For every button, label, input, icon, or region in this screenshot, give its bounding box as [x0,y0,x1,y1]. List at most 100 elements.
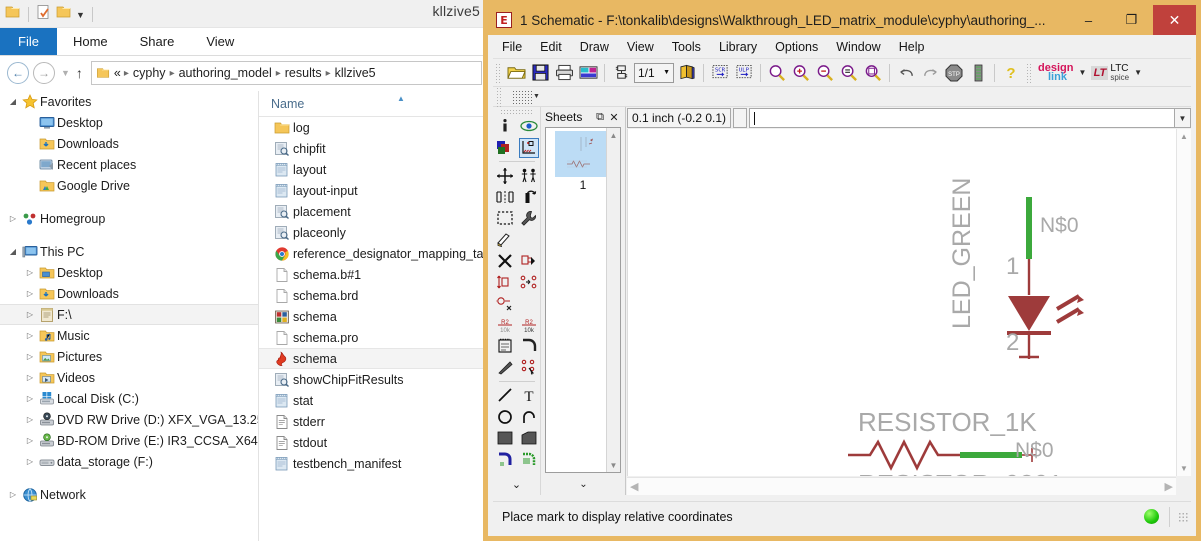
chevron-down-icon[interactable]: ◢ [6,97,20,106]
show-eye-icon[interactable] [519,116,539,136]
breadcrumb-sep-1[interactable]: ▸ [170,68,175,79]
group-icon[interactable] [519,166,539,186]
chevron-right-icon[interactable]: ▷ [23,268,37,277]
zoom-in-icon[interactable] [790,62,812,84]
replace-icon[interactable] [519,272,539,292]
file-list-item[interactable]: chipfit [259,138,490,159]
net-icon[interactable] [519,449,539,469]
scroll-left-icon[interactable]: ◀ [630,480,638,493]
tree-item-dvd-rw-drive-d-xfx-vga-13-251a[interactable]: ▷ DVD RW Drive (D:) XFX_VGA_13.251A [0,409,258,430]
file-list-item[interactable]: stderr [259,411,490,432]
chevron-right-icon[interactable]: ▷ [23,457,37,466]
chevron-down-icon[interactable]: ▼ [76,10,85,20]
cam-processor-icon[interactable] [577,62,599,84]
led-symbol[interactable] [983,159,1103,359]
scroll-down-icon[interactable]: ▼ [1177,461,1191,476]
breadcrumb[interactable]: « ▸ cyphy ▸ authoring_model ▸ results ▸ … [90,61,482,85]
breadcrumb-sep-2[interactable]: ▸ [276,68,281,79]
command-input[interactable] [749,108,1175,128]
delete-icon[interactable] [495,251,515,271]
sheets-list[interactable]: 1 ▲ ▼ [545,127,621,473]
file-list-item[interactable]: placement [259,201,490,222]
resize-grip[interactable] [1178,511,1188,522]
designlink-button[interactable]: design link [1038,62,1073,83]
new-folder-icon[interactable] [56,4,72,25]
help-icon[interactable]: ? [1000,62,1022,84]
text-icon[interactable]: T [519,385,539,405]
tab-home[interactable]: Home [57,28,124,55]
optimize-icon[interactable] [519,357,539,377]
tree-item-favorites[interactable]: ◢ Favorites [0,91,258,112]
arc-icon[interactable] [519,407,539,427]
sheet-select[interactable]: 1/1 ▼ [634,62,674,83]
tab-share[interactable]: Share [124,28,191,55]
paste-icon[interactable] [495,230,515,250]
menu-draw[interactable]: Draw [571,40,618,54]
file-list-item[interactable]: layout [259,159,490,180]
file-list-item[interactable]: testbench_manifest [259,453,490,474]
group-select-icon[interactable] [495,208,515,228]
gateswap-icon[interactable] [495,293,515,313]
add-part-icon[interactable] [519,251,539,271]
more-tools-chevron-icon[interactable]: ⌄ [507,474,527,494]
tree-item-data-storage-f[interactable]: ▷ data_storage (F:) [0,451,258,472]
sheets-scrollbar[interactable]: ▲ ▼ [606,128,620,472]
menu-edit[interactable]: Edit [531,40,571,54]
tree-item-recent-places[interactable]: Recent places [0,154,258,175]
bus-icon[interactable] [495,449,515,469]
zoom-out-icon[interactable] [814,62,836,84]
polygon-icon[interactable] [519,428,539,448]
chevron-right-icon[interactable]: ▷ [23,352,37,361]
designlink-chevron-down-icon[interactable]: ▼ [1075,68,1089,77]
tree-item-homegroup[interactable]: ▷ Homegroup [0,208,258,229]
file-list-item[interactable]: schema.brd [259,285,490,306]
toolbar-grip[interactable] [495,62,501,83]
chevron-right-icon[interactable]: ▷ [6,490,20,499]
save-icon[interactable] [529,62,551,84]
tree-item-desktop[interactable]: Desktop [0,112,258,133]
file-list-item[interactable]: stat [259,390,490,411]
tree-item-pictures[interactable]: ▷ Pictures [0,346,258,367]
minimize-button[interactable]: – [1067,5,1110,35]
close-panel-icon[interactable]: ✕ [607,111,621,124]
close-button[interactable]: ✕ [1153,5,1196,35]
chevron-right-icon[interactable]: ▷ [23,436,37,445]
script-run-icon[interactable]: SCR [709,62,731,84]
breadcrumb-item-results[interactable]: results [284,66,323,80]
ltspice-button[interactable]: LT LTC spice [1091,63,1129,82]
grid-icon[interactable] [512,89,532,104]
stop-icon[interactable]: STP [943,62,965,84]
tree-item-videos[interactable]: ▷ Videos [0,367,258,388]
zoom-fit-icon[interactable] [766,62,788,84]
menu-tools[interactable]: Tools [663,40,710,54]
tree-item-desktop[interactable]: ▷ Desktop [0,262,258,283]
change-wrench-icon[interactable] [519,208,539,228]
canvas-vertical-scrollbar[interactable]: ▲ ▼ [1176,129,1191,476]
tab-view[interactable]: View [190,28,250,55]
board-switch-icon[interactable] [610,62,632,84]
chevron-down-icon[interactable]: ◢ [6,247,20,256]
tree-item-network[interactable]: ▷ Network [0,484,258,505]
library-icon[interactable] [676,62,698,84]
menu-options[interactable]: Options [766,40,827,54]
breadcrumb-sep-3[interactable]: ▸ [326,68,331,79]
move-icon[interactable] [495,166,515,186]
split-icon[interactable] [495,357,515,377]
toolbar-grip-2[interactable] [1026,62,1032,83]
restore-panel-icon[interactable]: ⧉ [593,111,607,124]
file-list-item[interactable]: stdout [259,432,490,453]
scroll-up-icon[interactable]: ▲ [1177,129,1191,144]
tree-item-this-pc[interactable]: ◢ This PC [0,241,258,262]
canvas-horizontal-scrollbar[interactable]: ◀ ▶ [627,477,1176,495]
menu-view[interactable]: View [618,40,663,54]
breadcrumb-item-cyphy[interactable]: cyphy [132,66,167,80]
miter-icon[interactable] [519,336,539,356]
schematic-canvas[interactable]: LED_GREEN N$0 1 2 RESISTOR_1K N$0 [627,129,1176,476]
eagle-titlebar[interactable]: E 1 Schematic - F:\tonkalib\designs\Walk… [488,5,1196,35]
undo-icon[interactable] [895,62,917,84]
grid-chevron-down-icon[interactable]: ▼ [533,93,540,100]
menu-window[interactable]: Window [827,40,889,54]
open-icon[interactable] [505,62,527,84]
chevron-right-icon[interactable]: ▷ [23,310,37,319]
attribute-icon[interactable] [495,336,515,356]
